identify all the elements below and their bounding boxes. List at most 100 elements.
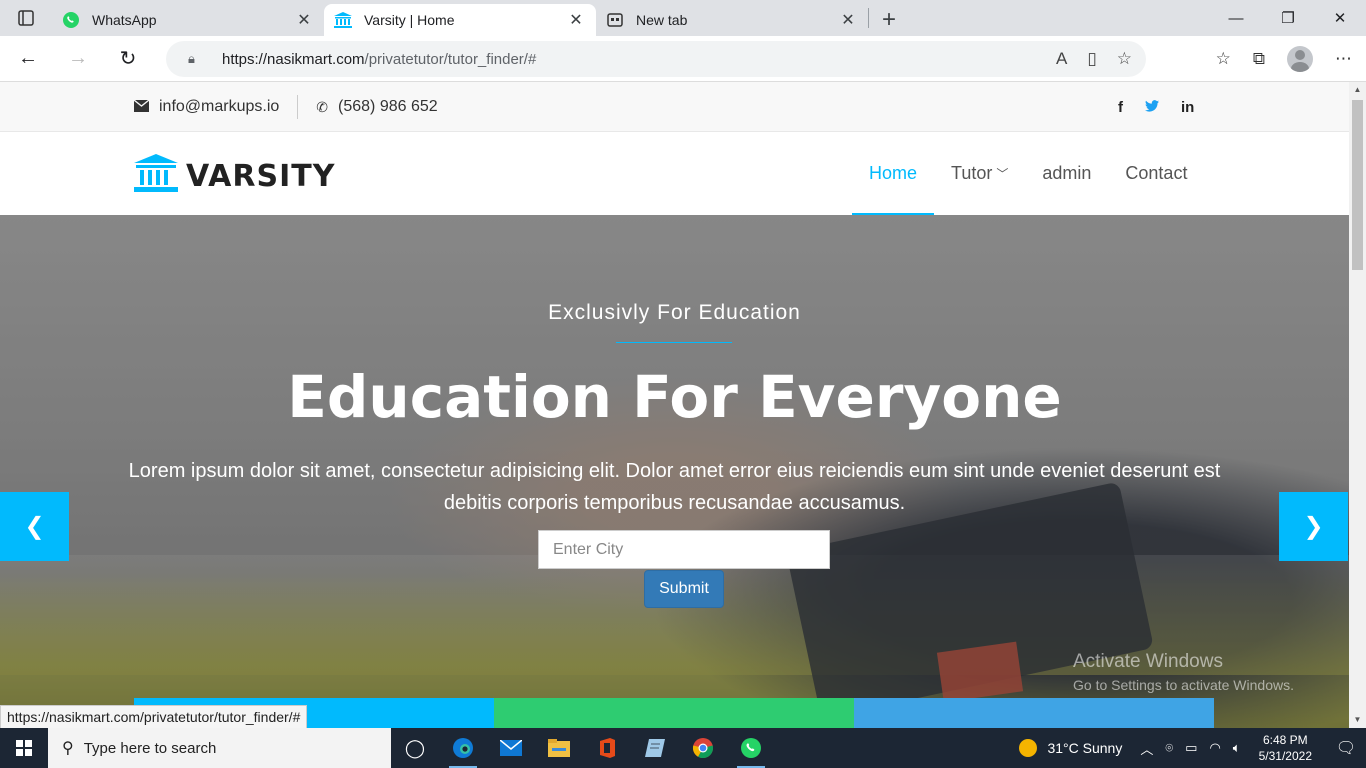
chevron-left-icon: ❮ xyxy=(24,513,45,540)
omnibox-actions: A ▯ ☆ xyxy=(1056,41,1132,77)
search-placeholder: Type here to search xyxy=(83,739,217,757)
nav-label: Contact xyxy=(1125,163,1188,183)
collections-icon[interactable]: ⧉ xyxy=(1253,49,1265,69)
meet-now-icon[interactable]: ⌾ xyxy=(1165,740,1173,756)
institution-icon xyxy=(334,11,352,29)
window-controls: — ❐ ✕ xyxy=(1210,0,1366,36)
feature-block[interactable] xyxy=(494,698,854,728)
restore-icon[interactable]: ❐ xyxy=(1262,0,1314,36)
browser-tabbar: WhatsApp ✕ Varsity | Home ✕ New tab ✕ + … xyxy=(0,0,1366,36)
mail-icon[interactable] xyxy=(487,728,535,768)
tab-title: Varsity | Home xyxy=(364,12,455,28)
whatsapp-icon[interactable] xyxy=(727,728,775,768)
site-logo[interactable]: VARSITY xyxy=(134,154,335,199)
contact-phone[interactable]: (568) 986 652 xyxy=(338,98,438,116)
chevron-up-icon[interactable]: ︿ xyxy=(1140,739,1153,758)
url-text: https://nasikmart.com/privatetutor/tutor… xyxy=(222,51,536,68)
slider-next-button[interactable]: ❯ xyxy=(1279,492,1348,561)
refresh-icon[interactable]: ↻ xyxy=(106,41,150,77)
immersive-reader-icon[interactable]: ▯ xyxy=(1087,49,1096,69)
linkedin-icon[interactable]: in xyxy=(1181,99,1194,116)
close-tab-icon[interactable]: ✕ xyxy=(566,10,586,30)
lock-icon[interactable]: 🔒︎ xyxy=(188,51,202,67)
windows-start-icon[interactable] xyxy=(0,728,48,768)
nav-contact[interactable]: Contact xyxy=(1108,132,1204,215)
watermark-line2: Go to Settings to activate Windows. xyxy=(1073,677,1294,693)
feature-block[interactable] xyxy=(854,698,1214,728)
system-clock[interactable]: 6:48 PM 5/31/2022 xyxy=(1259,732,1312,764)
close-window-icon[interactable]: ✕ xyxy=(1314,0,1366,36)
address-bar[interactable]: 🔒︎ https://nasikmart.com/privatetutor/tu… xyxy=(166,41,1146,77)
battery-icon[interactable]: ▭ xyxy=(1185,740,1197,756)
hero-subtitle: Exclusivly For Education xyxy=(548,301,801,324)
tab-whatsapp[interactable]: WhatsApp ✕ xyxy=(52,4,324,36)
forward-arrow-icon[interactable]: → xyxy=(56,41,100,77)
minimize-icon[interactable]: — xyxy=(1210,0,1262,36)
watermark-line1: Activate Windows xyxy=(1073,651,1223,672)
scroll-down-icon[interactable]: ▼ xyxy=(1349,712,1366,728)
read-aloud-icon[interactable]: A xyxy=(1056,49,1067,69)
tab-varsity-home[interactable]: Varsity | Home ✕ xyxy=(324,4,596,36)
file-explorer-icon[interactable] xyxy=(535,728,583,768)
chevron-down-icon: ﹀ xyxy=(996,167,1009,181)
brand-name: VARSITY xyxy=(186,159,336,194)
envelope-icon xyxy=(133,99,150,115)
nav-label: Home xyxy=(869,163,918,183)
nav-tutor[interactable]: Tutor ﹀ xyxy=(934,132,1025,215)
social-links: f in xyxy=(1118,82,1194,132)
windows-taskbar: ⚲ Type here to search ◯ 31°C Sunny ︿ ⌾ ▭… xyxy=(0,728,1366,768)
weather-widget[interactable]: 31°C Sunny xyxy=(1019,739,1122,757)
browser-tools: ☆ ⧉ ⋯ xyxy=(1216,41,1352,77)
sun-icon xyxy=(1019,739,1038,757)
hero-divider xyxy=(616,342,732,343)
weather-text: 31°C Sunny xyxy=(1047,740,1123,756)
nav-home[interactable]: Home xyxy=(852,132,935,215)
back-arrow-icon[interactable]: ← xyxy=(6,41,50,77)
city-input[interactable] xyxy=(538,530,830,569)
page-scrollbar[interactable]: ▲ ▼ xyxy=(1349,82,1366,728)
wifi-icon[interactable]: ◠ xyxy=(1209,740,1220,756)
submit-button[interactable]: Submit xyxy=(644,570,724,608)
close-tab-icon[interactable]: ✕ xyxy=(294,10,314,30)
page-viewport: info@markups.io ✆ (568) 986 652 f in VAR… xyxy=(0,82,1349,728)
edge-browser-icon[interactable] xyxy=(439,728,487,768)
notification-icon[interactable]: 🗨︎ xyxy=(1326,738,1366,758)
new-tab-button[interactable]: + xyxy=(869,4,909,36)
nav-label: Tutor xyxy=(951,163,993,183)
search-icon: ⚲ xyxy=(62,740,74,757)
tab-title: WhatsApp xyxy=(92,12,157,28)
slider-prev-button[interactable]: ❮ xyxy=(0,492,69,561)
add-favorite-icon[interactable]: ☆ xyxy=(1117,49,1132,69)
system-tray: 31°C Sunny ︿ ⌾ ▭ ◠ 🔈︎ 6:48 PM 5/31/2022 … xyxy=(1019,728,1366,768)
whatsapp-icon xyxy=(62,11,80,29)
contact-info: info@markups.io ✆ (568) 986 652 xyxy=(133,82,438,132)
more-menu-icon[interactable]: ⋯ xyxy=(1335,49,1352,69)
profile-avatar[interactable] xyxy=(1287,46,1313,72)
hero-text: Lorem ipsum dolor sit amet, consectetur … xyxy=(128,460,1221,514)
scrollbar-thumb[interactable] xyxy=(1352,100,1363,270)
tab-actions-icon[interactable] xyxy=(0,0,52,36)
nav-admin[interactable]: admin xyxy=(1025,132,1108,215)
close-tab-icon[interactable]: ✕ xyxy=(838,10,858,30)
site-header: VARSITY Home Tutor ﹀ admin Contact xyxy=(0,132,1349,215)
url-path: /privatetutor/tutor_finder/# xyxy=(364,50,537,68)
contact-divider xyxy=(297,95,299,119)
contact-email[interactable]: info@markups.io xyxy=(159,98,279,116)
task-view-icon[interactable]: ◯ xyxy=(391,728,439,768)
institution-icon xyxy=(134,154,178,199)
scroll-up-icon[interactable]: ▲ xyxy=(1349,82,1366,98)
tab-new-tab[interactable]: New tab ✕ xyxy=(596,4,868,36)
chrome-icon[interactable] xyxy=(679,728,727,768)
favorites-icon[interactable]: ☆ xyxy=(1216,49,1231,69)
main-nav: Home Tutor ﹀ admin Contact xyxy=(852,132,1204,215)
twitter-icon[interactable] xyxy=(1145,99,1159,116)
hero-title: Education For Everyone xyxy=(287,363,1062,431)
office-icon[interactable] xyxy=(583,728,631,768)
facebook-icon[interactable]: f xyxy=(1118,99,1123,116)
volume-icon[interactable]: 🔈︎ xyxy=(1233,740,1241,756)
taskbar-search[interactable]: ⚲ Type here to search xyxy=(48,728,391,768)
nav-label: admin xyxy=(1042,163,1092,183)
tab-title: New tab xyxy=(636,12,688,28)
browser-toolbar: ← → ↻ 🔒︎ https://nasikmart.com/privatetu… xyxy=(0,36,1366,82)
notes-app-icon[interactable] xyxy=(631,728,679,768)
